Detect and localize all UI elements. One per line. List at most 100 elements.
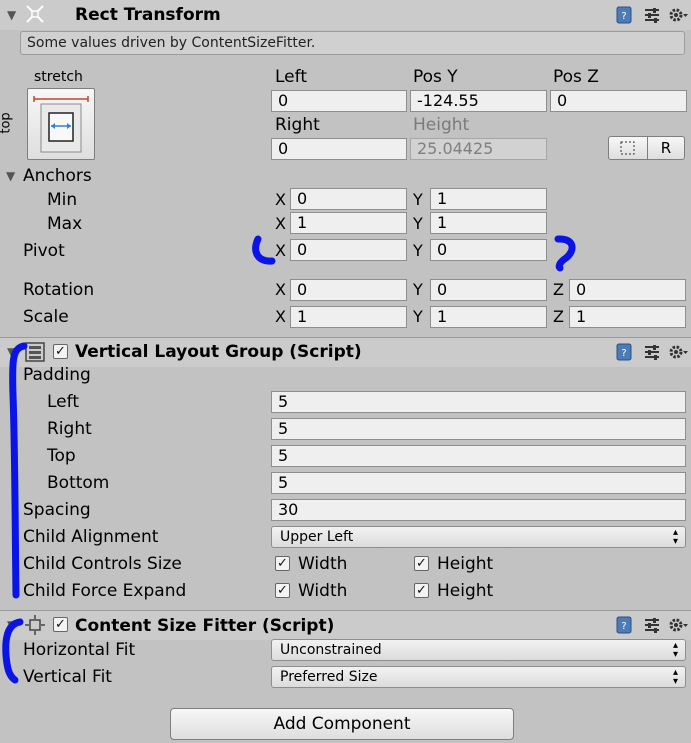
controls-width-label: Width	[298, 554, 348, 574]
padding-top-field[interactable]: 5	[271, 445, 686, 467]
left-label: Left	[275, 67, 307, 87]
padding-label: Padding	[23, 365, 91, 385]
anchor-min-x-field[interactable]: 0	[290, 188, 407, 210]
child-alignment-value: Upper Left	[280, 529, 354, 545]
scale-z-field[interactable]: 1	[569, 306, 686, 328]
add-component-button[interactable]: Add Component	[170, 708, 514, 740]
gear-icon[interactable]	[668, 343, 688, 361]
child-alignment-dropdown[interactable]: Upper Left ▴ ▾	[271, 526, 686, 548]
scale-label: Scale	[23, 307, 69, 327]
help-book-icon[interactable]: ?	[615, 6, 633, 24]
axis-z-label: Z	[553, 307, 564, 326]
component-title: Rect Transform	[75, 5, 221, 25]
expand-height-checkbox[interactable]: ✓	[414, 583, 429, 598]
anchor-preset-button[interactable]	[27, 88, 95, 160]
anchors-fold-icon[interactable]: ▼	[6, 165, 15, 187]
axis-y-label: Y	[413, 214, 423, 233]
controls-height-checkbox[interactable]: ✓	[414, 556, 429, 571]
axis-x-label: X	[275, 307, 286, 326]
axis-x-label: X	[275, 190, 286, 209]
fold-arrow-icon[interactable]: ▼	[7, 341, 16, 363]
content-size-fitter-header: ▼ ✓ Content Size Fitter (Script) ?	[0, 610, 691, 640]
pivot-label: Pivot	[23, 241, 65, 261]
padding-right-field[interactable]: 5	[271, 418, 686, 440]
driven-values-helpbox: Some values driven by ContentSizeFitter.	[20, 31, 685, 55]
horizontal-fit-dropdown[interactable]: Unconstrained ▴ ▾	[271, 639, 686, 661]
controls-width-checkbox[interactable]: ✓	[275, 556, 290, 571]
anchor-min-y-field[interactable]: 1	[430, 188, 547, 210]
svg-text:?: ?	[621, 11, 626, 22]
pivot-x-field[interactable]: 0	[290, 239, 407, 261]
anchors-label: Anchors	[23, 166, 92, 186]
padding-left-field[interactable]: 5	[271, 391, 686, 413]
padding-bottom-field[interactable]: 5	[271, 472, 686, 494]
content-size-fitter-icon	[25, 615, 45, 635]
preset-sliders-icon[interactable]	[643, 343, 661, 361]
annotation-stroke	[554, 235, 576, 272]
axis-x-label: X	[275, 241, 286, 260]
rotation-x-field[interactable]: 0	[290, 279, 407, 301]
component-title: Vertical Layout Group (Script)	[75, 342, 362, 362]
axis-y-label: Y	[413, 280, 423, 299]
gear-icon[interactable]	[668, 6, 688, 24]
rotation-z-field[interactable]: 0	[569, 279, 686, 301]
rect-transform-icon	[25, 4, 44, 23]
scale-x-field[interactable]: 1	[290, 306, 407, 328]
blueprint-icon	[620, 141, 635, 155]
vertical-fit-dropdown[interactable]: Preferred Size ▴ ▾	[271, 666, 686, 688]
anchor-preset-icon	[33, 96, 89, 153]
padding-left-label: Left	[47, 392, 79, 412]
spacing-label: Spacing	[23, 500, 91, 520]
blueprint-mode-button[interactable]	[608, 136, 648, 160]
horizontal-fit-label: Horizontal Fit	[23, 640, 136, 660]
annotation-stroke	[252, 235, 276, 265]
preset-sliders-icon[interactable]	[643, 616, 661, 634]
pivot-y-field[interactable]: 0	[430, 239, 547, 261]
fold-arrow-icon[interactable]: ▼	[7, 4, 16, 26]
component-enabled-checkbox[interactable]: ✓	[53, 617, 68, 632]
axis-y-label: Y	[413, 190, 423, 209]
pos-y-field[interactable]: -124.55	[410, 90, 547, 112]
height-field: 25.04425	[410, 138, 547, 160]
help-book-icon[interactable]: ?	[615, 343, 633, 361]
help-book-icon[interactable]: ?	[615, 616, 633, 634]
anchor-max-x-field[interactable]: 1	[290, 212, 407, 234]
controls-height-label: Height	[437, 554, 494, 574]
padding-bottom-label: Bottom	[47, 473, 110, 493]
left-field[interactable]: 0	[271, 90, 407, 112]
axis-y-label: Y	[413, 307, 423, 326]
vertical-fit-value: Preferred Size	[280, 669, 378, 685]
rotation-y-field[interactable]: 0	[430, 279, 547, 301]
anchor-max-y-field[interactable]: 1	[430, 212, 547, 234]
raw-edit-button[interactable]: R	[647, 136, 685, 160]
child-force-expand-label: Child Force Expand	[23, 581, 187, 601]
anchor-min-label: Min	[47, 190, 78, 210]
rect-transform-header: ▼ Rect Transform ?	[0, 0, 691, 30]
rotation-label: Rotation	[23, 280, 95, 300]
gear-icon[interactable]	[668, 616, 688, 634]
component-enabled-checkbox[interactable]: ✓	[53, 344, 68, 359]
vertical-layout-icon	[25, 342, 45, 362]
anchor-max-label: Max	[47, 214, 83, 234]
updown-arrow-icon: ▴ ▾	[672, 667, 678, 687]
pos-z-field[interactable]: 0	[550, 90, 687, 112]
expand-width-checkbox[interactable]: ✓	[275, 583, 290, 598]
expand-height-label: Height	[437, 581, 494, 601]
axis-y-label: Y	[413, 241, 423, 260]
vertical-fit-label: Vertical Fit	[23, 667, 112, 687]
child-alignment-label: Child Alignment	[23, 527, 159, 547]
anchor-preset-label: stretch	[34, 69, 83, 85]
child-controls-size-label: Child Controls Size	[23, 554, 182, 574]
height-label: Height	[413, 115, 470, 135]
spacing-field[interactable]: 30	[271, 499, 686, 521]
svg-text:?: ?	[621, 348, 626, 359]
expand-width-label: Width	[298, 581, 348, 601]
fold-arrow-icon[interactable]: ▼	[7, 614, 16, 636]
updown-arrow-icon: ▴ ▾	[672, 640, 678, 660]
svg-text:?: ?	[621, 621, 626, 632]
anchor-preset-side-label: top	[0, 112, 14, 134]
right-field[interactable]: 0	[271, 138, 407, 160]
preset-sliders-icon[interactable]	[643, 6, 661, 24]
scale-y-field[interactable]: 1	[430, 306, 547, 328]
axis-z-label: Z	[553, 280, 564, 299]
